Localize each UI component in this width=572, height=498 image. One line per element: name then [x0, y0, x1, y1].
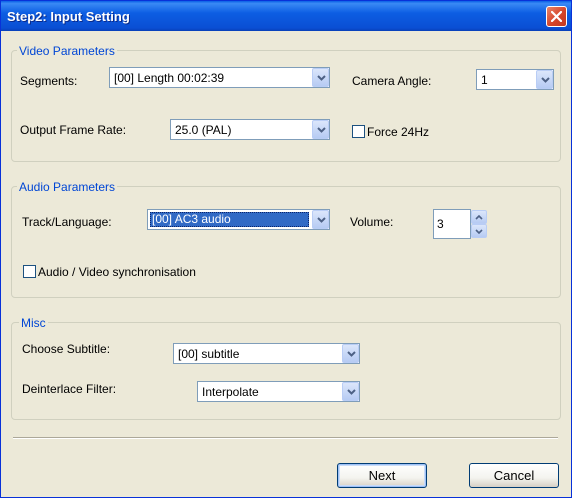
- chevron-down-icon: [475, 229, 483, 234]
- next-button[interactable]: Next: [337, 463, 427, 488]
- cancel-button[interactable]: Cancel: [469, 463, 559, 488]
- track-language-label: Track/Language:: [22, 215, 112, 229]
- volume-field[interactable]: 3: [433, 209, 471, 239]
- segments-label: Segments:: [20, 74, 78, 88]
- segments-select[interactable]: [00] Length 00:02:39: [109, 67, 330, 88]
- deinterlace-filter-select[interactable]: Interpolate: [197, 381, 360, 402]
- title-bar[interactable]: Step2: Input Setting: [1, 1, 571, 31]
- output-frame-rate-value: 25.0 (PAL): [175, 123, 232, 137]
- av-sync-checkbox[interactable]: [23, 265, 36, 278]
- output-frame-rate-dropdown-button[interactable]: [312, 120, 329, 139]
- segments-dropdown-button[interactable]: [312, 68, 329, 87]
- output-frame-rate-select[interactable]: 25.0 (PAL): [170, 119, 330, 140]
- force-24hz-checkbox[interactable]: [352, 125, 365, 138]
- audio-parameters-legend: Audio Parameters: [17, 180, 118, 194]
- output-frame-rate-label: Output Frame Rate:: [20, 123, 127, 137]
- chevron-down-icon: [541, 77, 550, 83]
- separator-highlight: [13, 438, 558, 439]
- choose-subtitle-select[interactable]: [00] subtitle: [173, 343, 360, 364]
- window-title: Step2: Input Setting: [7, 9, 130, 24]
- track-language-dropdown-button[interactable]: [312, 210, 329, 229]
- camera-angle-select[interactable]: 1: [476, 69, 554, 90]
- deinterlace-filter-dropdown-button[interactable]: [342, 382, 359, 401]
- camera-angle-dropdown-button[interactable]: [536, 70, 553, 89]
- segments-value: [00] Length 00:02:39: [114, 71, 225, 85]
- track-language-value: [00] AC3 audio: [150, 212, 309, 227]
- volume-label: Volume:: [350, 215, 394, 229]
- misc-legend: Misc: [19, 316, 48, 330]
- volume-value: 3: [437, 217, 444, 231]
- misc-group: [11, 322, 561, 420]
- camera-angle-label: Camera Angle:: [352, 74, 432, 88]
- chevron-down-icon: [317, 217, 326, 223]
- dialog-window: Step2: Input Setting Video Parameters Se…: [0, 0, 572, 498]
- deinterlace-filter-label: Deinterlace Filter:: [22, 382, 117, 396]
- chevron-down-icon: [347, 351, 356, 357]
- track-language-select[interactable]: [00] AC3 audio: [147, 209, 330, 230]
- chevron-up-icon: [475, 215, 483, 220]
- choose-subtitle-dropdown-button[interactable]: [342, 344, 359, 363]
- chevron-down-icon: [317, 75, 326, 81]
- choose-subtitle-label: Choose Subtitle:: [22, 342, 111, 356]
- video-parameters-legend: Video Parameters: [17, 44, 117, 58]
- volume-spin-down[interactable]: [471, 224, 487, 238]
- av-sync-label[interactable]: Audio / Video synchronisation: [38, 265, 196, 279]
- audio-parameters-group: [11, 186, 561, 298]
- chevron-down-icon: [317, 127, 326, 133]
- close-button[interactable]: [546, 6, 567, 27]
- close-icon: [551, 11, 562, 22]
- deinterlace-filter-value: Interpolate: [202, 385, 259, 399]
- volume-spin-up[interactable]: [471, 210, 487, 224]
- chevron-down-icon: [347, 389, 356, 395]
- camera-angle-value: 1: [481, 73, 488, 87]
- force-24hz-label[interactable]: Force 24Hz: [367, 125, 429, 139]
- choose-subtitle-value: [00] subtitle: [178, 347, 240, 361]
